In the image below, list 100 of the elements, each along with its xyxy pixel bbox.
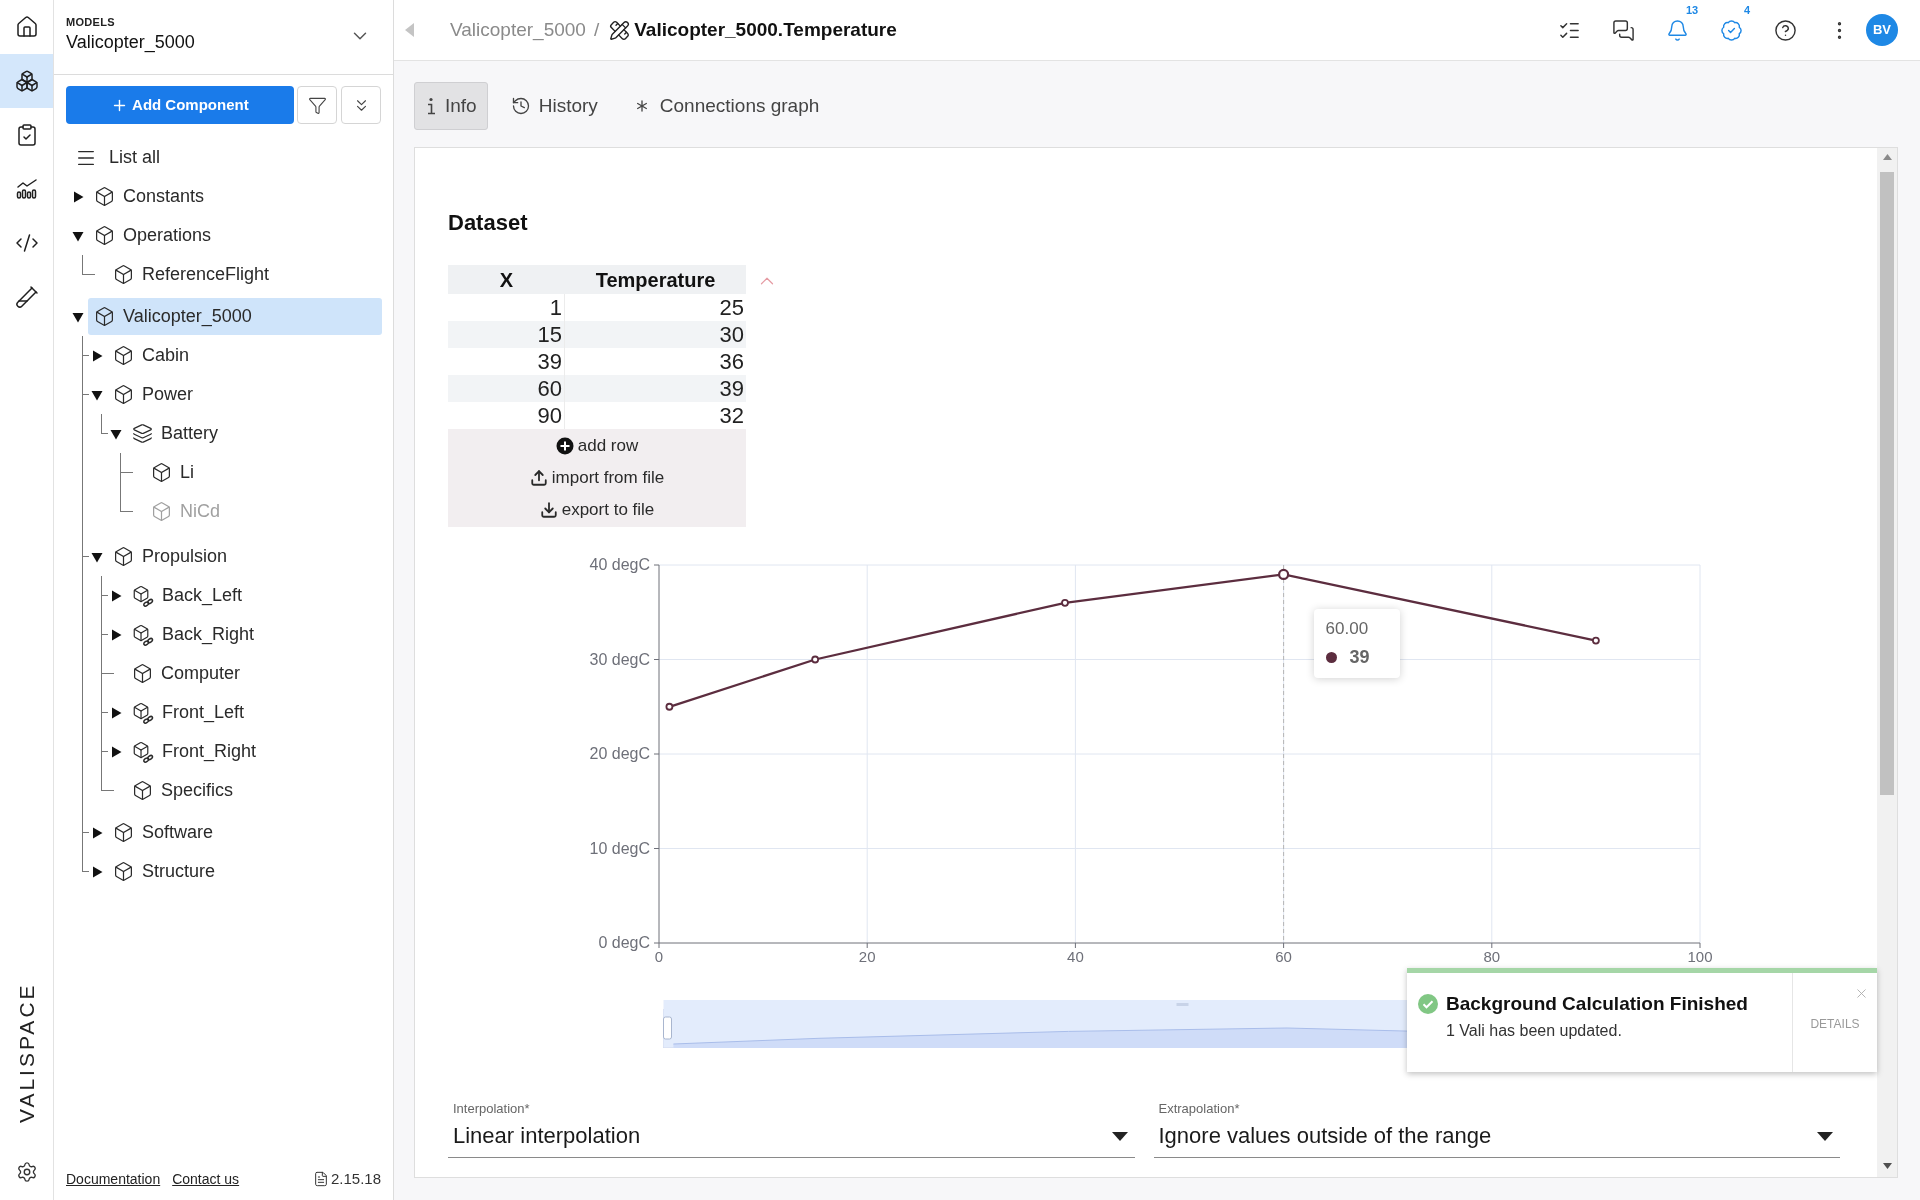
tree-item[interactable]: Front_Right	[126, 733, 382, 770]
caret-down-icon[interactable]	[91, 550, 103, 563]
code-icon	[14, 231, 39, 255]
tree-item[interactable]: Propulsion	[107, 538, 382, 575]
cube-icon	[113, 345, 134, 366]
caret-right-icon[interactable]	[72, 190, 84, 203]
field-label: Extrapolation*	[1158, 1101, 1240, 1117]
upload-icon	[529, 469, 548, 487]
table-cell-text: 36	[718, 348, 745, 375]
documentation-link[interactable]: Documentation	[66, 1168, 161, 1190]
cube-icon	[94, 306, 115, 327]
x-axis-label: 80	[1483, 948, 1501, 965]
x-axis-label: 0	[654, 948, 664, 965]
chat-icon[interactable]	[1611, 18, 1635, 42]
caret-right-icon[interactable]	[91, 826, 103, 839]
caret-down-icon[interactable]	[91, 388, 103, 401]
tree-item[interactable]: Computer	[126, 655, 382, 692]
section-title: Dataset	[448, 210, 528, 236]
cubes-icon	[14, 69, 39, 93]
caret-down-icon[interactable]	[72, 310, 84, 323]
nav-button[interactable]	[0, 54, 53, 108]
list-all-item[interactable]: List all	[75, 138, 161, 177]
tree-item[interactable]: Back_Left	[126, 577, 382, 614]
caret-right-icon[interactable]	[110, 589, 122, 602]
x-axis-label: 100	[1687, 948, 1713, 965]
caret-right-icon[interactable]	[110, 628, 122, 641]
data-point	[811, 655, 820, 664]
filter-icon	[307, 95, 327, 115]
settings-icon[interactable]	[15, 1161, 38, 1183]
tree-item[interactable]: Software	[107, 814, 382, 851]
tree-item[interactable]: Valicopter_5000	[88, 298, 382, 335]
slider-handle[interactable]	[663, 1016, 672, 1040]
layers-icon	[132, 423, 153, 444]
badge-check-icon[interactable]	[1719, 18, 1743, 42]
cube-icon	[151, 501, 172, 522]
tab[interactable]: History	[499, 82, 609, 130]
tree-item[interactable]: Power	[107, 376, 382, 413]
tree-item[interactable]: Specifics	[126, 772, 382, 809]
tree-item[interactable]: Li	[145, 454, 382, 491]
tree-item[interactable]: Battery	[126, 415, 382, 452]
caret-right-icon[interactable]	[91, 865, 103, 878]
caret-down-icon[interactable]	[110, 427, 122, 440]
cube-icon	[151, 462, 172, 483]
y-axis-label: 0 degC	[598, 934, 650, 951]
pencil-ruler-icon	[609, 19, 631, 41]
home-icon	[14, 15, 39, 39]
table-cell-text: 30	[718, 321, 745, 348]
tree-item[interactable]: Back_Right	[126, 616, 382, 653]
tab[interactable]: Info	[414, 82, 488, 130]
toast-title: Background Calculation Finished	[1446, 992, 1748, 1016]
success-icon	[1418, 994, 1438, 1014]
download-icon	[539, 501, 558, 519]
field-label: Interpolation*	[453, 1101, 530, 1117]
scrollbar[interactable]	[1877, 148, 1897, 1177]
user-avatar[interactable]: BV	[1866, 14, 1898, 46]
add-row-button[interactable]: add row	[555, 430, 639, 462]
contact-link[interactable]: Contact us	[172, 1168, 240, 1190]
y-axis-label: 40 degC	[589, 556, 650, 573]
dropdown-caret-icon	[1111, 1131, 1128, 1141]
select-field[interactable]: Extrapolation* Ignore values outside of the range	[1153, 1101, 1840, 1158]
y-axis-label: 20 degC	[589, 745, 650, 762]
scroll-up-icon[interactable]	[1882, 154, 1892, 160]
tree-item[interactable]: Front_Left	[126, 694, 382, 731]
cube-icon	[132, 663, 153, 684]
import-button[interactable]: import from file	[529, 462, 665, 494]
tree-item[interactable]: Structure	[107, 853, 382, 890]
plus-circle-icon	[555, 437, 574, 455]
tab[interactable]: Connections graph	[620, 82, 831, 130]
caret-down-icon[interactable]	[72, 229, 84, 242]
linked-cube-icon	[132, 623, 154, 646]
column-header: X	[498, 267, 515, 293]
notification-icon[interactable]	[1665, 18, 1689, 42]
cube-icon	[113, 546, 134, 567]
select-field[interactable]: Interpolation* Linear interpolation	[448, 1101, 1135, 1158]
tree-item[interactable]: ReferenceFlight	[107, 256, 382, 293]
caret-right-icon[interactable]	[110, 706, 122, 719]
data-point	[665, 702, 674, 711]
export-button[interactable]: export to file	[539, 494, 655, 526]
filter-button[interactable]	[296, 86, 338, 124]
tree-item[interactable]: Cabin	[107, 337, 382, 374]
breadcrumb-separator: /	[593, 17, 600, 42]
scrollbar-thumb[interactable]	[1880, 172, 1894, 795]
add-component-button[interactable]: Add Component	[66, 86, 294, 124]
logo: VALISPACE	[13, 982, 39, 1124]
data-point	[1278, 568, 1290, 581]
x-axis-label: 20	[858, 948, 876, 965]
caret-right-icon[interactable]	[110, 745, 122, 758]
breadcrumb-link[interactable]: Valicopter_5000	[450, 15, 586, 45]
series-dot-icon	[1325, 651, 1337, 663]
tree-item[interactable]: Constants	[88, 178, 382, 215]
help-icon[interactable]	[1773, 18, 1797, 42]
x-axis-label: 40	[1067, 948, 1084, 965]
table-cell-text: 32	[718, 402, 745, 429]
history-icon	[510, 96, 531, 116]
cube-icon	[113, 861, 134, 882]
caret-right-icon[interactable]	[91, 349, 103, 362]
check-count: 4	[1744, 4, 1751, 17]
scroll-down-icon[interactable]	[1882, 1163, 1892, 1169]
tree-item[interactable]: Operations	[88, 217, 382, 254]
y-axis-label: 30 degC	[589, 650, 650, 668]
